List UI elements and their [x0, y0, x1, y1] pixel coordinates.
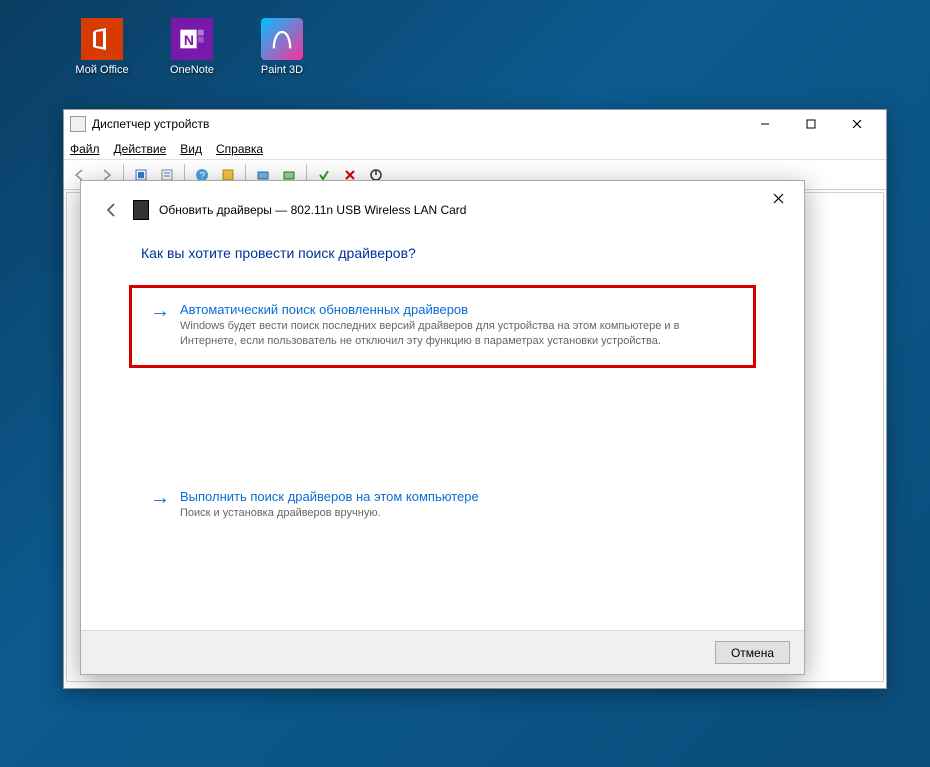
desktop-icons: Мой Office N OneNote Paint 3D — [72, 18, 312, 76]
menu-view[interactable]: Вид — [180, 142, 202, 156]
arrow-right-icon: → — [150, 489, 170, 521]
minimize-button[interactable] — [742, 110, 788, 138]
menubar: Файл Действие Вид Справка — [64, 138, 886, 160]
titlebar[interactable]: Диспетчер устройств — [64, 110, 886, 138]
option-title: Выполнить поиск драйверов на этом компью… — [180, 489, 735, 504]
update-driver-wizard: Обновить драйверы — 802.11n USB Wireless… — [80, 180, 805, 675]
desktop-icon-paint3d[interactable]: Paint 3D — [252, 18, 312, 76]
wizard-question: Как вы хотите провести поиск драйверов? — [81, 227, 804, 267]
maximize-button[interactable] — [788, 110, 834, 138]
desktop-icon-office[interactable]: Мой Office — [72, 18, 132, 76]
option-title: Автоматический поиск обновленных драйвер… — [180, 302, 735, 317]
desktop-icon-onenote[interactable]: N OneNote — [162, 18, 222, 76]
option-desc: Windows будет вести поиск последних верс… — [180, 319, 735, 349]
device-icon — [133, 200, 149, 220]
wizard-title: Обновить драйверы — 802.11n USB Wireless… — [159, 203, 466, 217]
onenote-icon: N — [171, 18, 213, 60]
wizard-footer: Отмена — [81, 630, 804, 674]
wizard-close-button[interactable] — [758, 185, 798, 211]
window-title: Диспетчер устройств — [92, 117, 742, 131]
desktop-icon-label: OneNote — [170, 64, 214, 76]
menu-file[interactable]: Файл — [70, 142, 100, 156]
svg-text:N: N — [184, 32, 194, 48]
app-icon — [70, 116, 86, 132]
wizard-back-button[interactable] — [101, 199, 123, 221]
option-auto-search[interactable]: → Автоматический поиск обновленных драйв… — [131, 287, 754, 366]
desktop-icon-label: Paint 3D — [261, 64, 303, 76]
menu-help[interactable]: Справка — [216, 142, 263, 156]
arrow-right-icon: → — [150, 302, 170, 349]
option-desc: Поиск и установка драйверов вручную. — [180, 506, 735, 521]
option-manual-search[interactable]: → Выполнить поиск драйверов на этом комп… — [131, 486, 754, 524]
close-button[interactable] — [834, 110, 880, 138]
cancel-button[interactable]: Отмена — [715, 641, 790, 664]
office-icon — [81, 18, 123, 60]
desktop-icon-label: Мой Office — [75, 64, 128, 76]
paint3d-icon — [261, 18, 303, 60]
menu-action[interactable]: Действие — [114, 142, 167, 156]
